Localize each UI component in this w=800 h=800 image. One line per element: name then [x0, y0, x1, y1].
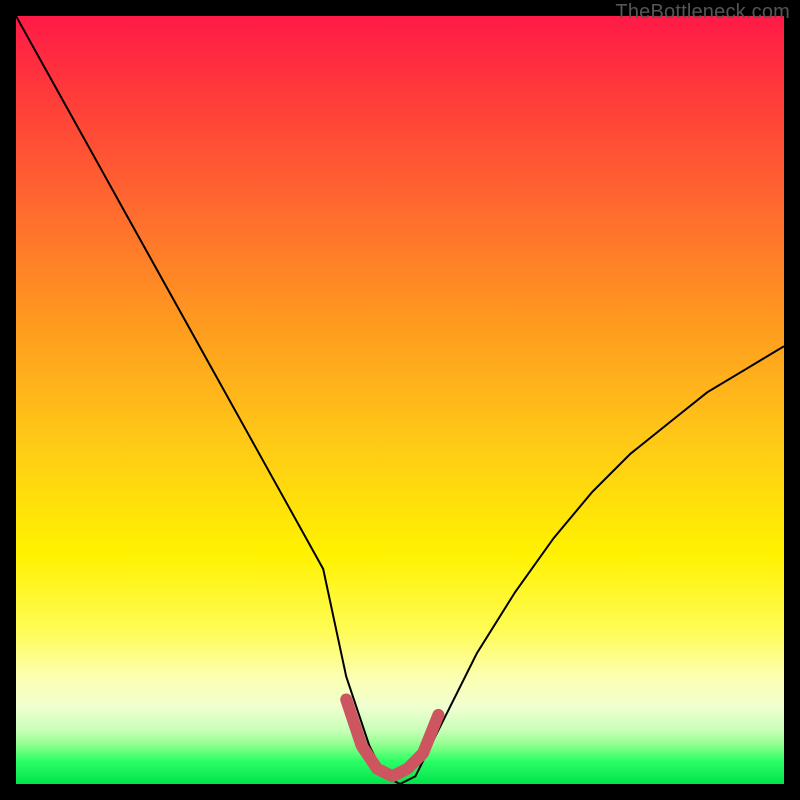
bottleneck-curve-path	[16, 16, 784, 784]
data-layer	[16, 16, 784, 784]
optimal-zone-path	[346, 700, 438, 777]
plot-area	[16, 16, 784, 784]
chart-frame: TheBottleneck.com	[0, 0, 800, 800]
watermark-text: TheBottleneck.com	[615, 1, 790, 24]
